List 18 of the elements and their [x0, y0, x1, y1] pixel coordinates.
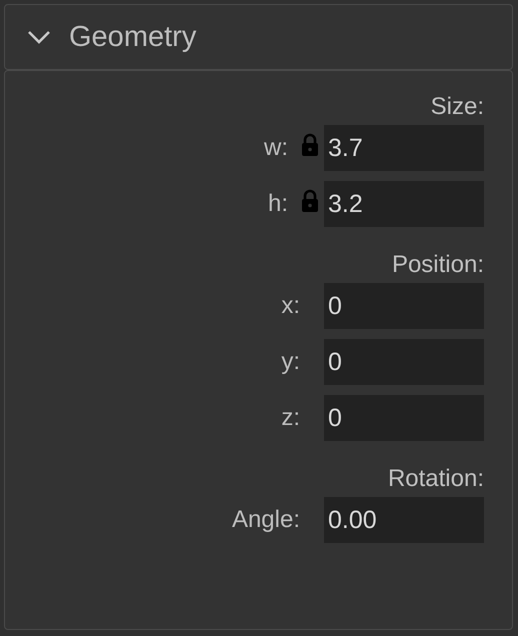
- lock-icon[interactable]: [300, 133, 320, 157]
- field-label: w:: [264, 134, 288, 162]
- panel-header[interactable]: Geometry: [4, 4, 513, 70]
- value-field[interactable]: 0: [324, 283, 484, 329]
- value-field[interactable]: 3.7: [324, 125, 484, 171]
- field-label: y:: [281, 348, 300, 376]
- section-title: Position:: [392, 251, 484, 279]
- lock-icon[interactable]: [300, 189, 320, 213]
- value-field[interactable]: 0: [324, 339, 484, 385]
- section-title: Rotation:: [388, 465, 484, 493]
- field-label: Angle:: [232, 506, 300, 534]
- value-field[interactable]: 0.00: [324, 497, 484, 543]
- field-label: x:: [281, 292, 300, 320]
- field-label: z:: [281, 404, 300, 432]
- field-label: h:: [268, 190, 288, 218]
- section-title: Size:: [430, 93, 484, 121]
- value-field[interactable]: 3.2: [324, 181, 484, 227]
- value-field[interactable]: 0: [324, 395, 484, 441]
